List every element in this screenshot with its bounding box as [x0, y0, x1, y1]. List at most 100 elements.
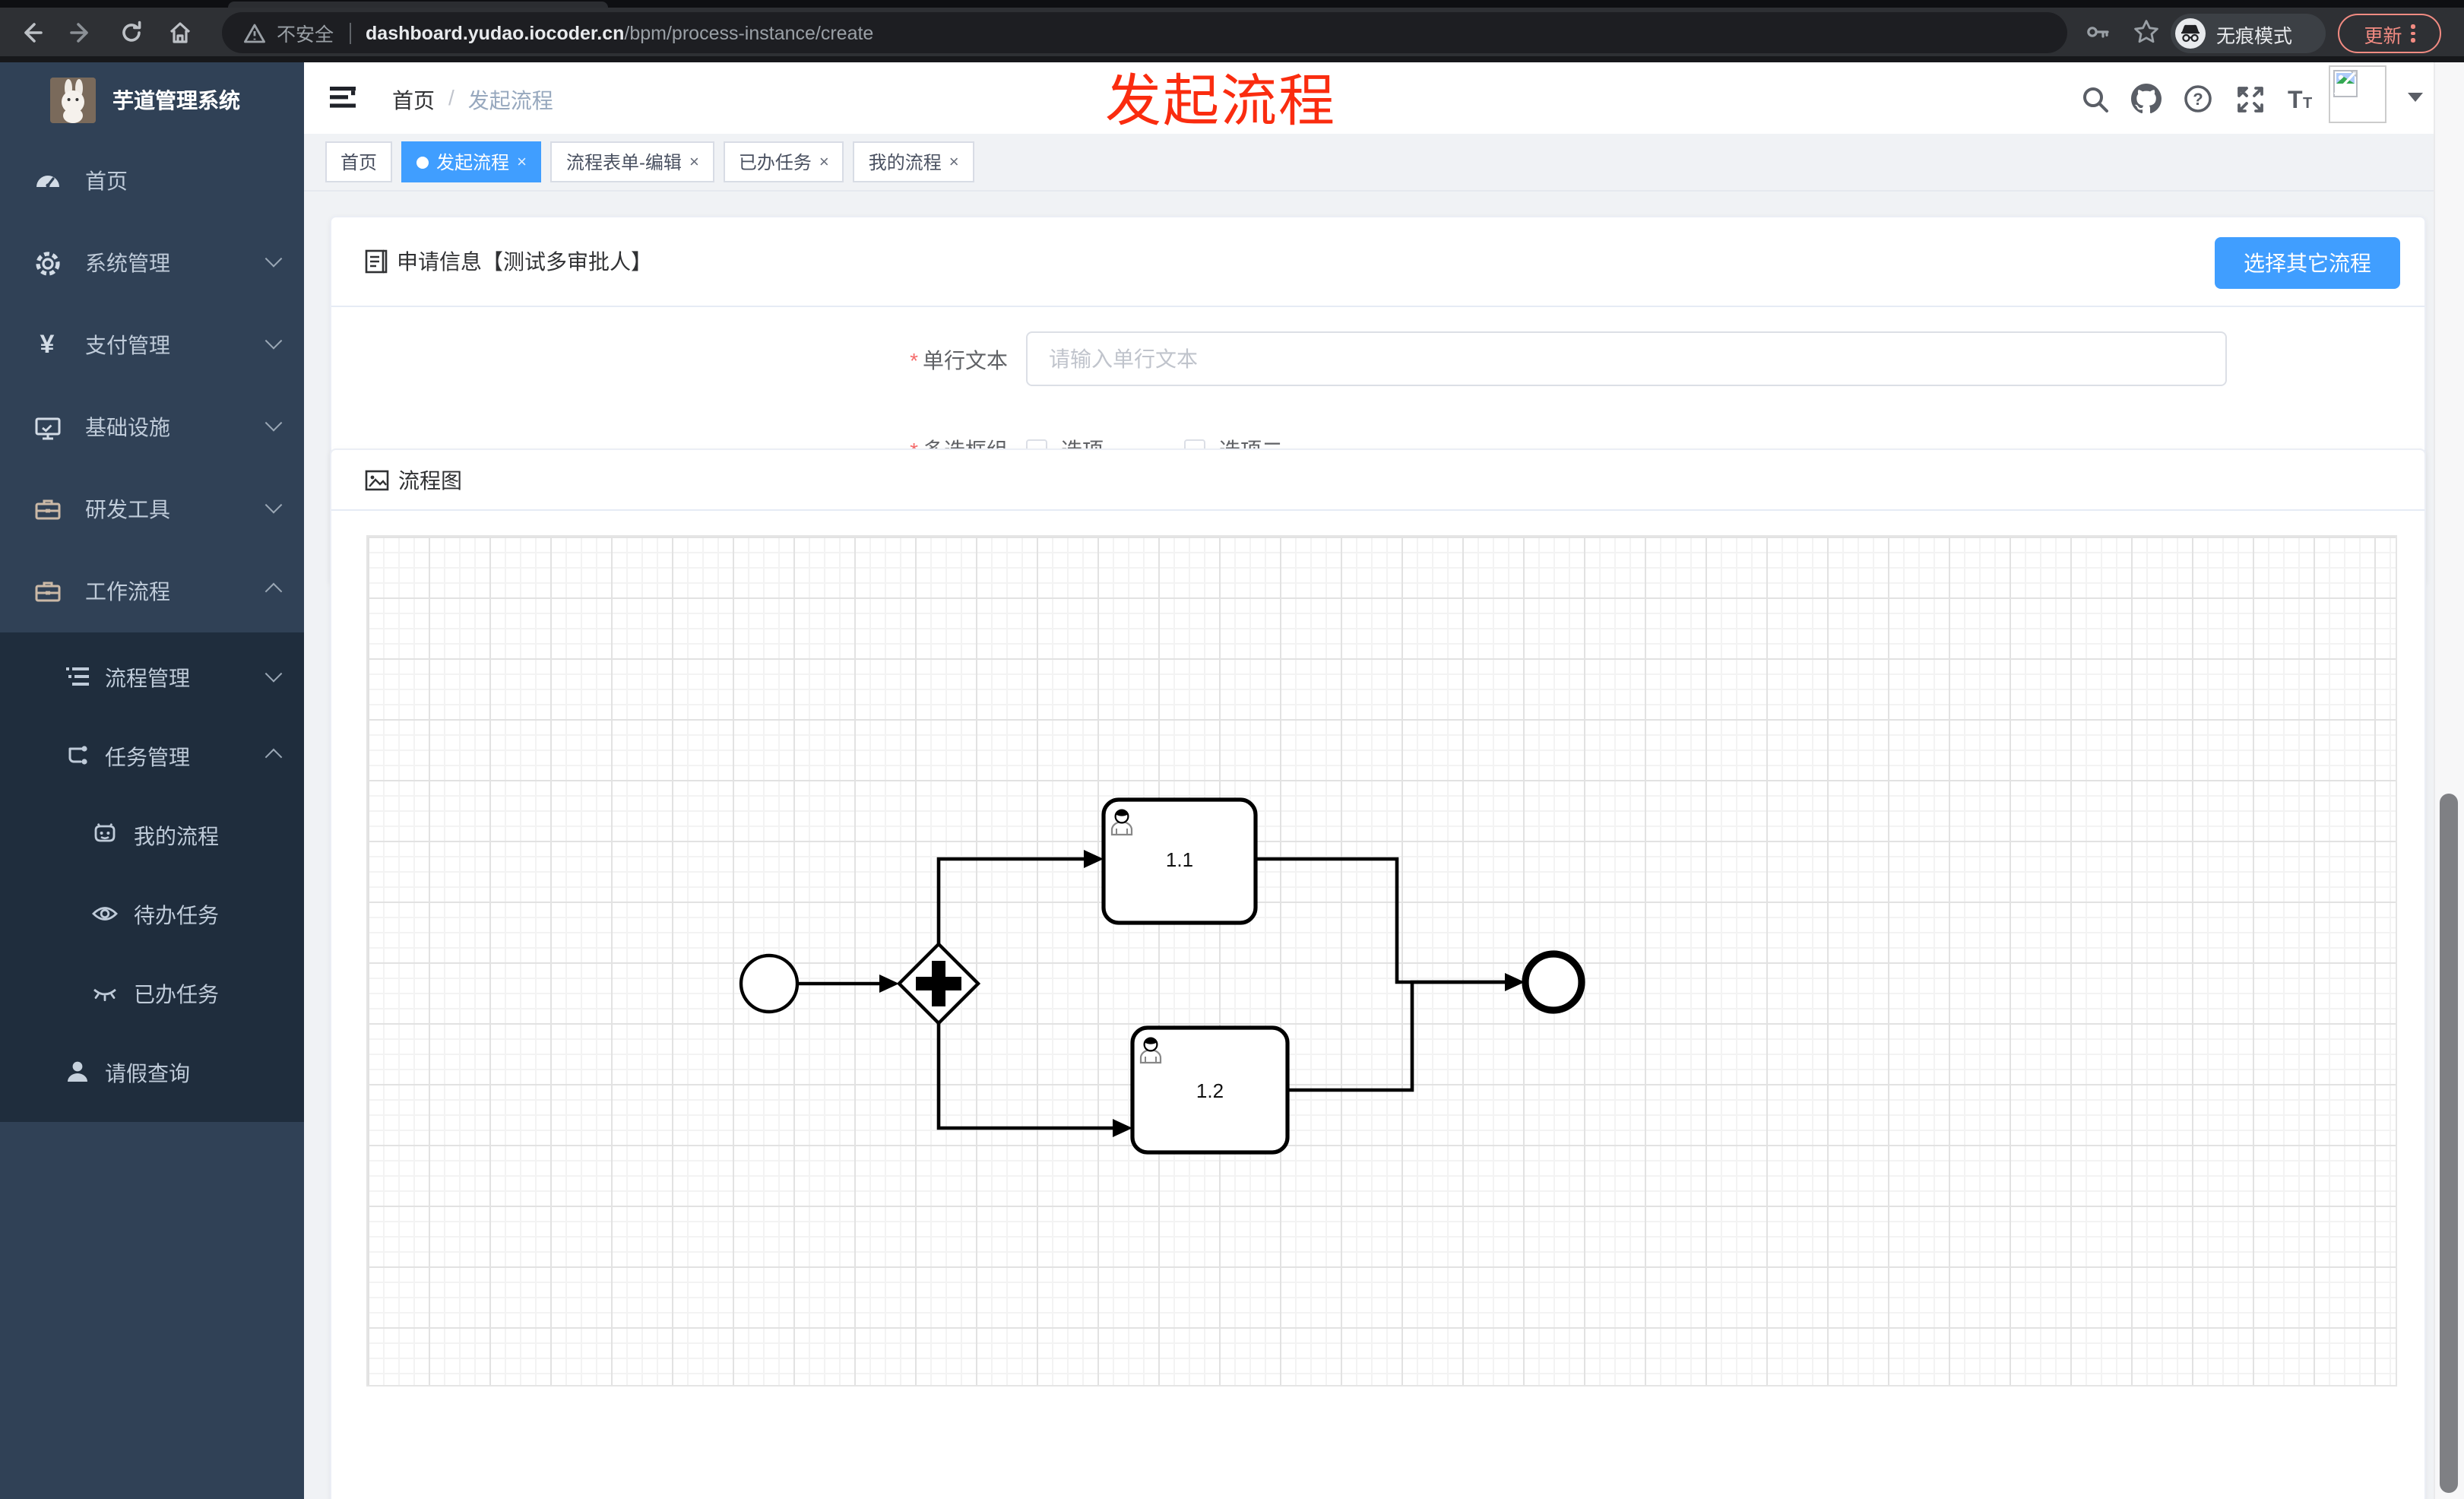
sidebar-item-label: 待办任务 [134, 903, 219, 927]
eye-closed-icon [91, 978, 119, 1010]
sidebar-menu: 首页 系统管理 ¥ 支付管理 基础设施 研发工具 工作流程 [0, 140, 304, 632]
sidebar-item-label: 支付管理 [85, 333, 170, 357]
user-task-node-1-1[interactable]: 1.1 [1101, 797, 1258, 925]
topbar: 首页 / 发起流程 ? TT [304, 62, 2464, 134]
toolbox-icon [32, 576, 62, 607]
document-icon [365, 249, 388, 274]
tab-start-process[interactable]: 发起流程 × [401, 141, 542, 182]
browser-menu-icon[interactable] [2411, 24, 2415, 43]
close-icon[interactable]: × [949, 153, 959, 171]
select-other-process-button[interactable]: 选择其它流程 [2215, 237, 2400, 289]
sidebar-item-label: 我的流程 [134, 824, 219, 848]
tab-my-process[interactable]: 我的流程 × [853, 141, 974, 182]
chevron-down-icon [264, 665, 283, 683]
monitor-icon [32, 412, 62, 442]
chevron-down-icon [264, 332, 283, 350]
scrollbar-thumb[interactable] [2440, 794, 2458, 1493]
dashboard-icon [32, 166, 62, 196]
tab-home[interactable]: 首页 [325, 141, 393, 182]
user-icon [64, 1057, 91, 1089]
broken-image-icon [2333, 70, 2358, 97]
sidebar-item-label: 基础设施 [85, 415, 170, 439]
back-icon[interactable] [12, 14, 49, 50]
omnibox-separator [349, 22, 351, 43]
app-title: 芋道管理系统 [112, 88, 240, 113]
sidebar-item-todo-tasks[interactable]: 待办任务 [0, 876, 304, 955]
sidebar-item-devtools[interactable]: 研发工具 [0, 468, 304, 550]
plus-icon [932, 961, 945, 1006]
sidebar-item-label: 工作流程 [85, 579, 170, 604]
bookmark-star-icon[interactable] [2128, 14, 2165, 50]
task-label: 1.2 [1196, 1079, 1224, 1102]
sidebar-item-payment[interactable]: ¥ 支付管理 [0, 304, 304, 386]
flow-icon [64, 741, 91, 773]
github-icon[interactable] [2128, 81, 2165, 117]
breadcrumb-home[interactable]: 首页 [392, 85, 435, 116]
page: 不安全 dashboard.yudao.iocoder.cn/bpm/proce… [0, 0, 2464, 1499]
sidebar-item-label: 研发工具 [85, 497, 170, 521]
search-icon[interactable] [2076, 81, 2113, 117]
not-secure-icon [244, 23, 265, 43]
browser-tabstrip [0, 0, 2464, 8]
single-line-text-input[interactable] [1026, 331, 2227, 386]
tab-label: 流程表单-编辑 [565, 152, 682, 173]
sidebar-item-workflow[interactable]: 工作流程 [0, 550, 304, 632]
avatar[interactable] [2329, 65, 2386, 123]
reload-icon[interactable] [112, 14, 149, 50]
update-label: 更新 [2364, 25, 2402, 46]
sidebar-item-task-mgmt[interactable]: 任务管理 [0, 718, 304, 797]
task-label: 1.1 [1166, 848, 1193, 871]
update-button[interactable]: 更新 [2338, 14, 2441, 53]
tab-form-edit[interactable]: 流程表单-编辑 × [550, 141, 714, 182]
flow-diagram-header: 流程图 [331, 450, 2424, 511]
close-icon[interactable]: × [819, 153, 829, 171]
sidebar-fold-icon[interactable] [328, 85, 357, 117]
parallel-gateway-node[interactable] [896, 941, 981, 1026]
chevron-up-icon [264, 748, 283, 766]
incognito-badge: 无痕模式 [2171, 14, 2326, 53]
tab-label: 已办任务 [738, 152, 812, 173]
end-event-node[interactable] [1522, 950, 1585, 1014]
tab-label: 首页 [340, 152, 378, 173]
tab-done-tasks[interactable]: 已办任务 × [723, 141, 844, 182]
url-bar[interactable]: 不安全 dashboard.yudao.iocoder.cn/bpm/proce… [222, 12, 2067, 53]
close-icon[interactable]: × [689, 153, 699, 171]
browser-tab[interactable] [228, 2, 608, 8]
start-event-node[interactable] [739, 953, 800, 1014]
sidebar-item-infra[interactable]: 基础设施 [0, 386, 304, 468]
avatar-caret-icon[interactable] [2408, 93, 2423, 102]
fullscreen-icon[interactable] [2231, 81, 2268, 117]
yen-icon: ¥ [40, 330, 55, 359]
svg-text:T: T [2303, 95, 2312, 112]
home-icon[interactable] [161, 14, 198, 50]
picture-icon [365, 469, 389, 490]
security-label: 不安全 [277, 24, 334, 46]
close-icon[interactable]: × [517, 153, 527, 171]
sidebar-item-process-mgmt[interactable]: 流程管理 [0, 639, 304, 718]
breadcrumb-current: 发起流程 [467, 88, 553, 113]
sidebar-item-label: 流程管理 [105, 666, 190, 690]
breadcrumb-separator: / [448, 85, 454, 109]
sidebar-item-label: 请假查询 [105, 1061, 190, 1085]
forward-icon[interactable] [62, 14, 99, 50]
help-icon[interactable]: ? [2180, 81, 2216, 117]
bpmn-canvas[interactable]: 1.1 1.2 [366, 535, 2397, 1386]
sidebar-item-leave-query[interactable]: 请假查询 [0, 1034, 304, 1113]
incognito-icon [2175, 18, 2206, 49]
sidebar-item-label: 任务管理 [105, 745, 190, 769]
svg-text:?: ? [2193, 90, 2203, 109]
font-size-icon[interactable]: TT [2283, 81, 2320, 117]
flow-diagram-card: 流程图 1.1 1.2 [330, 448, 2426, 1499]
sidebar-item-home[interactable]: 首页 [0, 140, 304, 222]
sidebar-item-done-tasks[interactable]: 已办任务 [0, 955, 304, 1034]
svg-text:T: T [2288, 86, 2303, 113]
sidebar-item-label: 已办任务 [134, 982, 219, 1006]
required-mark: * [910, 348, 918, 372]
app-logo-avatar [50, 78, 96, 123]
user-task-node-1-2[interactable]: 1.2 [1130, 1025, 1290, 1155]
app-logo-row[interactable]: 芋道管理系统 [0, 62, 304, 138]
sidebar-item-my-process[interactable]: 我的流程 [0, 797, 304, 876]
tags-view-bar: 首页 发起流程 × 流程表单-编辑 × 已办任务 × 我的流程 × [304, 134, 2464, 192]
sidebar-item-system[interactable]: 系统管理 [0, 222, 304, 304]
key-icon[interactable] [2079, 14, 2116, 50]
